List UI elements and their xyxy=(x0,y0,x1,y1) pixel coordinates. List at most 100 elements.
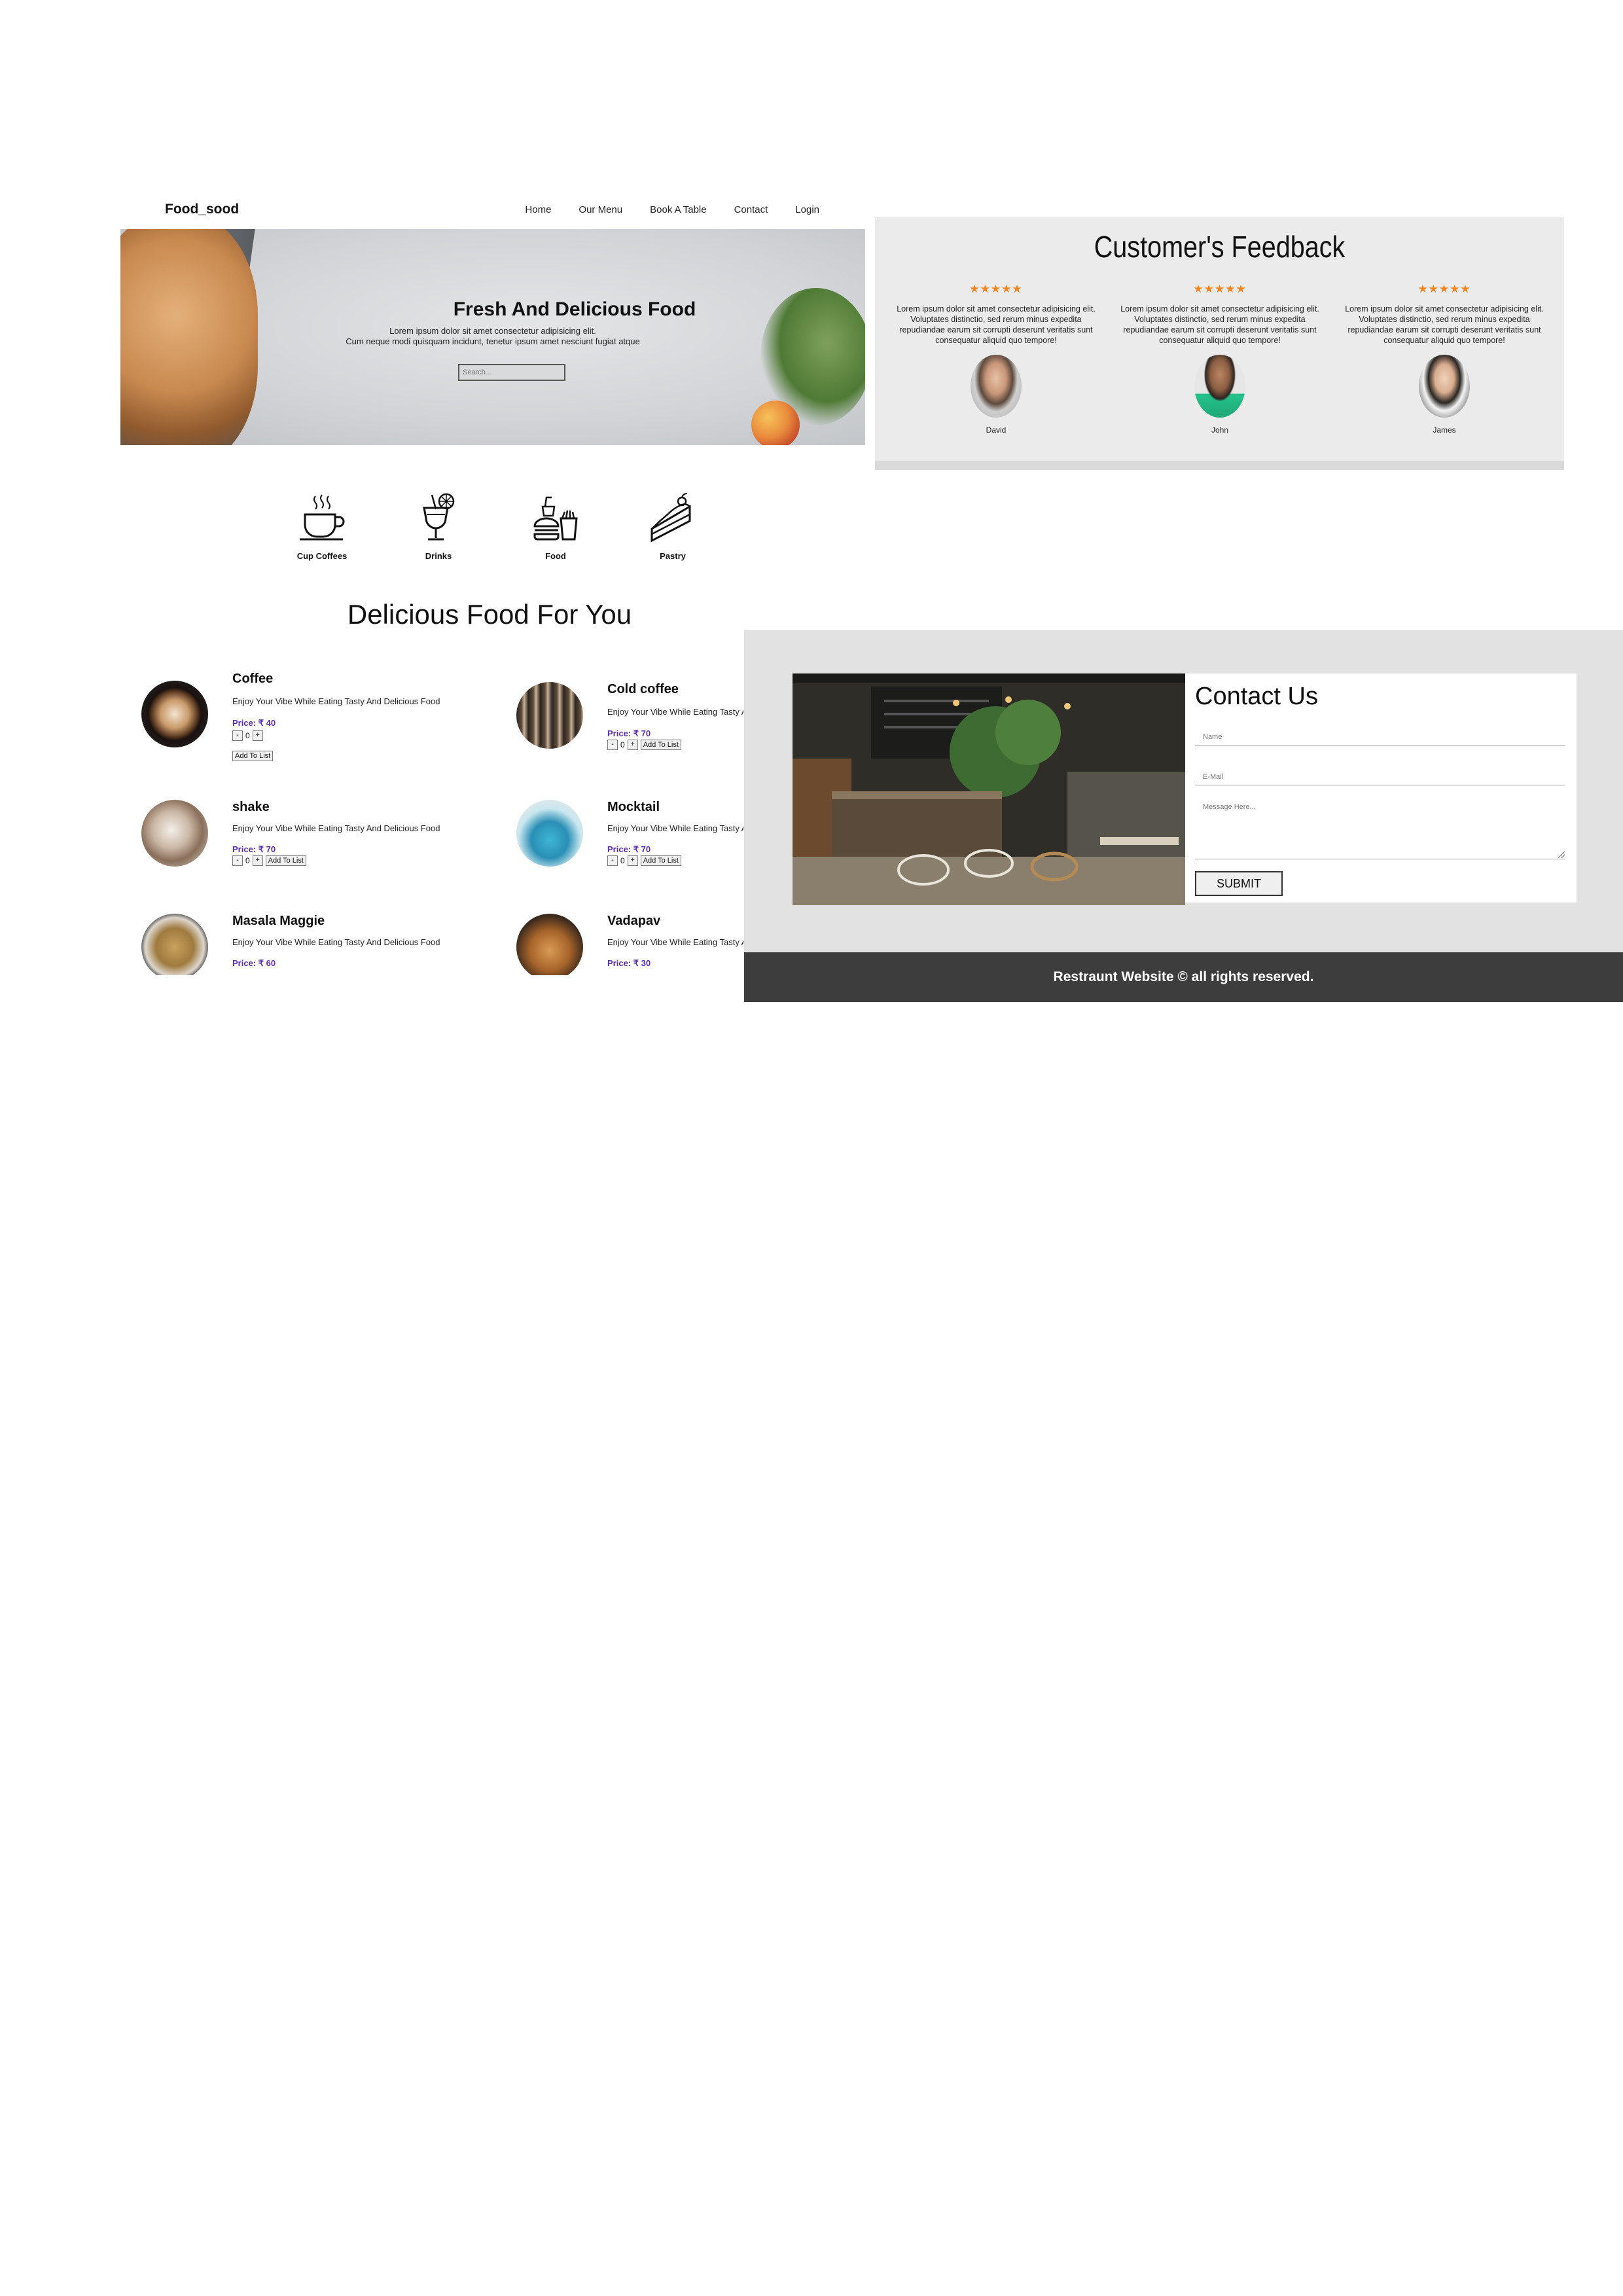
category-pastry[interactable]: Pastry xyxy=(633,492,712,561)
star-rating-icon: ★★★★★ xyxy=(969,283,1023,295)
category-label: Pastry xyxy=(660,551,686,561)
star-rating-icon: ★★★★★ xyxy=(1193,283,1247,295)
item-price: Price: ₹ 30 xyxy=(607,958,651,968)
mocktail-photo xyxy=(516,800,583,867)
category-label: Drinks xyxy=(425,551,452,561)
hero-description: Lorem ipsum dolor sit amet consectetur a… xyxy=(120,326,865,347)
name-field[interactable] xyxy=(1195,729,1565,745)
increase-button[interactable]: + xyxy=(252,855,263,866)
item-name: Masala Maggie xyxy=(232,914,325,928)
category-drinks[interactable]: Drinks xyxy=(399,492,478,561)
item-price: Price: ₹ 70 xyxy=(232,844,276,854)
footer: Restraunt Website © all rights reserved. xyxy=(744,952,1623,1002)
item-price: Price: ₹ 40 xyxy=(232,718,276,728)
quantity-value: 0 xyxy=(620,856,625,865)
brand-logo[interactable]: Food_sood xyxy=(165,202,239,217)
add-to-list-button[interactable]: Add To List xyxy=(232,751,274,761)
submit-button[interactable]: SUBMIT xyxy=(1195,871,1283,896)
quantity-value: 0 xyxy=(620,740,625,749)
quantity-value: 0 xyxy=(245,731,250,740)
review-card: ★★★★★ Lorem ipsum dolor sit amet consect… xyxy=(888,283,1104,435)
increase-button[interactable]: + xyxy=(252,730,263,741)
add-to-list-button[interactable]: Add To List xyxy=(265,855,306,866)
reviewer-name: James xyxy=(1433,425,1456,435)
item-name: shake xyxy=(232,800,270,814)
decrease-button[interactable]: - xyxy=(607,855,618,866)
hero-text-line-1: Lorem ipsum dolor sit amet consectetur a… xyxy=(389,326,596,336)
cake-slice-icon xyxy=(651,493,691,543)
hero-title: Fresh And Delicious Food xyxy=(453,298,696,320)
review-text: Lorem ipsum dolor sit amet consectetur a… xyxy=(1120,304,1319,345)
nav-link-home[interactable]: Home xyxy=(525,204,551,215)
decrease-button[interactable]: - xyxy=(607,740,618,750)
item-name: Coffee xyxy=(232,672,274,686)
cafe-illustration xyxy=(793,673,1185,905)
feedback-title: Customer's Feedback xyxy=(1094,230,1346,264)
item-description: Enjoy Your Vibe While Eating Tasty And D… xyxy=(607,707,743,717)
menu-item-mocktail: Mocktail Enjoy Your Vibe While Eating Ta… xyxy=(495,800,743,911)
increase-button[interactable]: + xyxy=(627,740,638,750)
category-food[interactable]: Food xyxy=(516,492,595,561)
item-name: Mocktail xyxy=(607,800,660,814)
shake-photo xyxy=(141,800,208,867)
quantity-stepper: - 0 + Add To List xyxy=(607,740,681,750)
message-textarea[interactable] xyxy=(1195,799,1565,859)
add-to-list-button[interactable]: Add To List xyxy=(640,740,681,750)
coffee-cup-icon xyxy=(300,494,345,541)
nav-menu: Home Our Menu Book A Table Contact Login xyxy=(525,204,819,215)
item-description: Enjoy Your Vibe While Eating Tasty And D… xyxy=(232,937,440,947)
nav-link-book-a-table[interactable]: Book A Table xyxy=(650,204,706,215)
avatar xyxy=(1419,355,1470,418)
burger-fries-icon xyxy=(533,496,578,541)
avatar xyxy=(971,355,1022,418)
email-field[interactable] xyxy=(1195,769,1565,785)
item-description: Enjoy Your Vibe While Eating Tasty And D… xyxy=(232,696,440,706)
cafe-interior-photo xyxy=(793,673,1185,905)
review-text: Lorem ipsum dolor sit amet consectetur a… xyxy=(1345,304,1544,345)
nav-link-our-menu[interactable]: Our Menu xyxy=(579,204,622,215)
nav-link-login[interactable]: Login xyxy=(795,204,819,215)
item-description: Enjoy Your Vibe While Eating Tasty And D… xyxy=(607,937,743,947)
quantity-stepper: - 0 + xyxy=(232,730,263,741)
drink-glass-icon xyxy=(423,493,455,541)
contact-form-card: Contact Us SUBMIT xyxy=(1185,673,1577,903)
decrease-button[interactable]: - xyxy=(232,855,243,866)
masala-maggie-photo xyxy=(141,914,208,975)
resize-handle-icon[interactable] xyxy=(1558,852,1565,858)
item-price: Price: ₹ 70 xyxy=(607,728,651,738)
reviewer-name: John xyxy=(1211,425,1229,435)
menu-section-title: Delicious Food For You xyxy=(347,599,632,630)
item-description: Enjoy Your Vibe While Eating Tasty And D… xyxy=(607,823,743,833)
menu-grid: Coffee Enjoy Your Vibe While Eating Tast… xyxy=(120,655,743,975)
item-price: Price: ₹ 70 xyxy=(607,844,651,854)
nav-link-contact[interactable]: Contact xyxy=(734,204,768,215)
contact-title: Contact Us xyxy=(1195,683,1318,710)
navbar: Food_sood Home Our Menu Book A Table Con… xyxy=(120,191,865,229)
hero-banner: Fresh And Delicious Food Lorem ipsum dol… xyxy=(120,229,865,445)
review-text: Lorem ipsum dolor sit amet consectetur a… xyxy=(897,304,1096,345)
menu-item-vadapav: Vadapav Enjoy Your Vibe While Eating Tas… xyxy=(495,914,743,975)
hero-apple-image xyxy=(751,401,800,445)
quantity-value: 0 xyxy=(245,856,250,865)
quantity-stepper: - 0 + Add To List xyxy=(232,855,306,866)
customer-feedback-section: Customer's Feedback ★★★★★ Lorem ipsum do… xyxy=(875,217,1564,470)
menu-item-shake: shake Enjoy Your Vibe While Eating Tasty… xyxy=(120,800,461,911)
star-rating-icon: ★★★★★ xyxy=(1418,283,1471,295)
category-label: Food xyxy=(545,551,566,561)
menu-item-masala-maggie: Masala Maggie Enjoy Your Vibe While Eati… xyxy=(120,914,461,975)
reviewer-name: David xyxy=(986,425,1007,435)
category-cup-coffees[interactable]: Cup Coffees xyxy=(283,492,361,561)
hero-text-line-2: Cum neque modi quisquam incidunt, tenetu… xyxy=(346,336,640,346)
menu-item-coffee: Coffee Enjoy Your Vibe While Eating Tast… xyxy=(120,672,461,783)
item-name: Vadapav xyxy=(607,914,661,928)
decrease-button[interactable]: - xyxy=(232,730,243,741)
increase-button[interactable]: + xyxy=(627,855,638,866)
item-price: Price: ₹ 60 xyxy=(232,958,276,968)
item-description: Enjoy Your Vibe While Eating Tasty And D… xyxy=(232,823,440,833)
cold-coffee-photo xyxy=(516,682,583,749)
search-input[interactable] xyxy=(458,364,565,381)
menu-item-cold-coffee: Cold coffee Enjoy Your Vibe While Eating… xyxy=(495,682,743,793)
quantity-stepper: - 0 + Add To List xyxy=(607,855,681,866)
contact-section: Contact Us SUBMIT xyxy=(744,630,1623,952)
add-to-list-button[interactable]: Add To List xyxy=(640,855,681,866)
